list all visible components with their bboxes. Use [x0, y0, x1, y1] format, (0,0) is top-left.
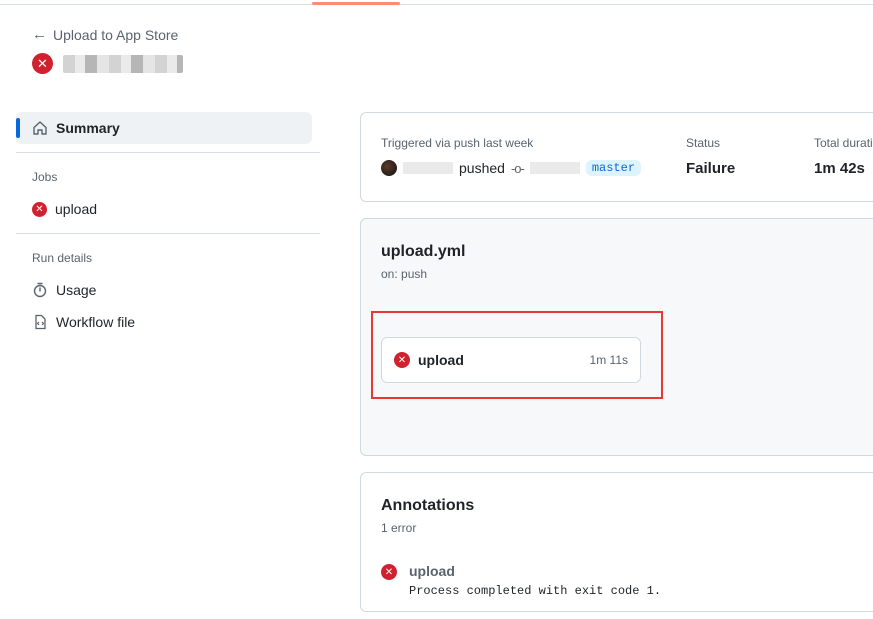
annotation-job-link[interactable]: upload — [409, 563, 661, 579]
run-summary-card: Triggered via push last week pushed -o- … — [360, 112, 873, 202]
run-title: ✕ — [32, 53, 183, 74]
redacted-commit-sha — [529, 162, 580, 174]
failure-x-icon: ✕ — [32, 201, 47, 217]
workflow-trigger: on: push — [381, 267, 428, 281]
sidebar-divider — [16, 233, 320, 234]
jobs-heading: Jobs — [32, 170, 58, 184]
branch-badge[interactable]: master — [585, 160, 642, 176]
back-link-label: Upload to App Store — [53, 26, 179, 43]
status-value: Failure — [686, 160, 736, 177]
trigger-column: Triggered via push last week pushed -o- … — [381, 136, 642, 176]
home-icon — [32, 120, 48, 136]
sidebar-item-job-upload[interactable]: ✕ upload — [16, 193, 320, 225]
failure-x-icon: ✕ — [381, 564, 397, 580]
sidebar-item-label: Workflow file — [56, 314, 136, 330]
sidebar-item-label: Usage — [56, 282, 97, 298]
redacted-username — [403, 162, 453, 174]
trigger-row: pushed -o- master — [381, 160, 642, 176]
job-node-upload[interactable]: ✕ upload 1m 11s — [381, 337, 641, 383]
duration-value: 1m 42s — [814, 160, 865, 177]
sidebar-divider — [16, 152, 320, 153]
sidebar-item-workflow-file[interactable]: Workflow file — [16, 306, 320, 338]
workflow-graph-card: upload.yml on: push ✕ upload 1m 11s — [360, 218, 873, 456]
run-sidebar: Summary Jobs ✕ upload Run details Usage … — [16, 112, 320, 338]
sidebar-item-label: upload — [55, 201, 98, 217]
sidebar-item-summary[interactable]: Summary — [16, 112, 312, 144]
annotations-card: Annotations 1 error ✕ upload Process com… — [360, 472, 873, 612]
arrow-left-icon: ← — [32, 26, 47, 43]
failure-x-icon: ✕ — [32, 53, 53, 74]
top-tab-underline — [0, 0, 873, 5]
failure-x-icon: ✕ — [394, 352, 410, 368]
annotation-message: Process completed with exit code 1. — [409, 584, 662, 598]
annotation-item: ✕ upload Process completed with exit cod… — [381, 563, 661, 598]
job-duration: 1m 11s — [589, 353, 628, 367]
active-tab-indicator — [312, 2, 400, 5]
duration-label: Total duration — [814, 136, 873, 150]
stopwatch-icon — [32, 282, 48, 298]
status-label: Status — [686, 136, 721, 150]
git-commit-icon: -o- — [510, 160, 525, 176]
workflow-file-name: upload.yml — [381, 243, 466, 260]
push-action-text: pushed — [459, 160, 505, 176]
file-code-icon — [32, 314, 48, 330]
redacted-run-name — [63, 54, 183, 73]
run-details-heading: Run details — [32, 251, 93, 265]
status-column: Status Failure — [686, 136, 735, 177]
annotations-count: 1 error — [381, 521, 417, 535]
duration-column: Total duration 1m 42s — [814, 136, 873, 177]
job-name: upload — [418, 352, 464, 368]
trigger-text: Triggered via push last week — [381, 136, 534, 150]
back-link[interactable]: ← Upload to App Store — [32, 26, 178, 43]
annotations-title: Annotations — [381, 497, 475, 514]
avatar[interactable] — [381, 160, 397, 176]
sidebar-item-label: Summary — [56, 120, 120, 136]
sidebar-item-usage[interactable]: Usage — [16, 274, 320, 306]
